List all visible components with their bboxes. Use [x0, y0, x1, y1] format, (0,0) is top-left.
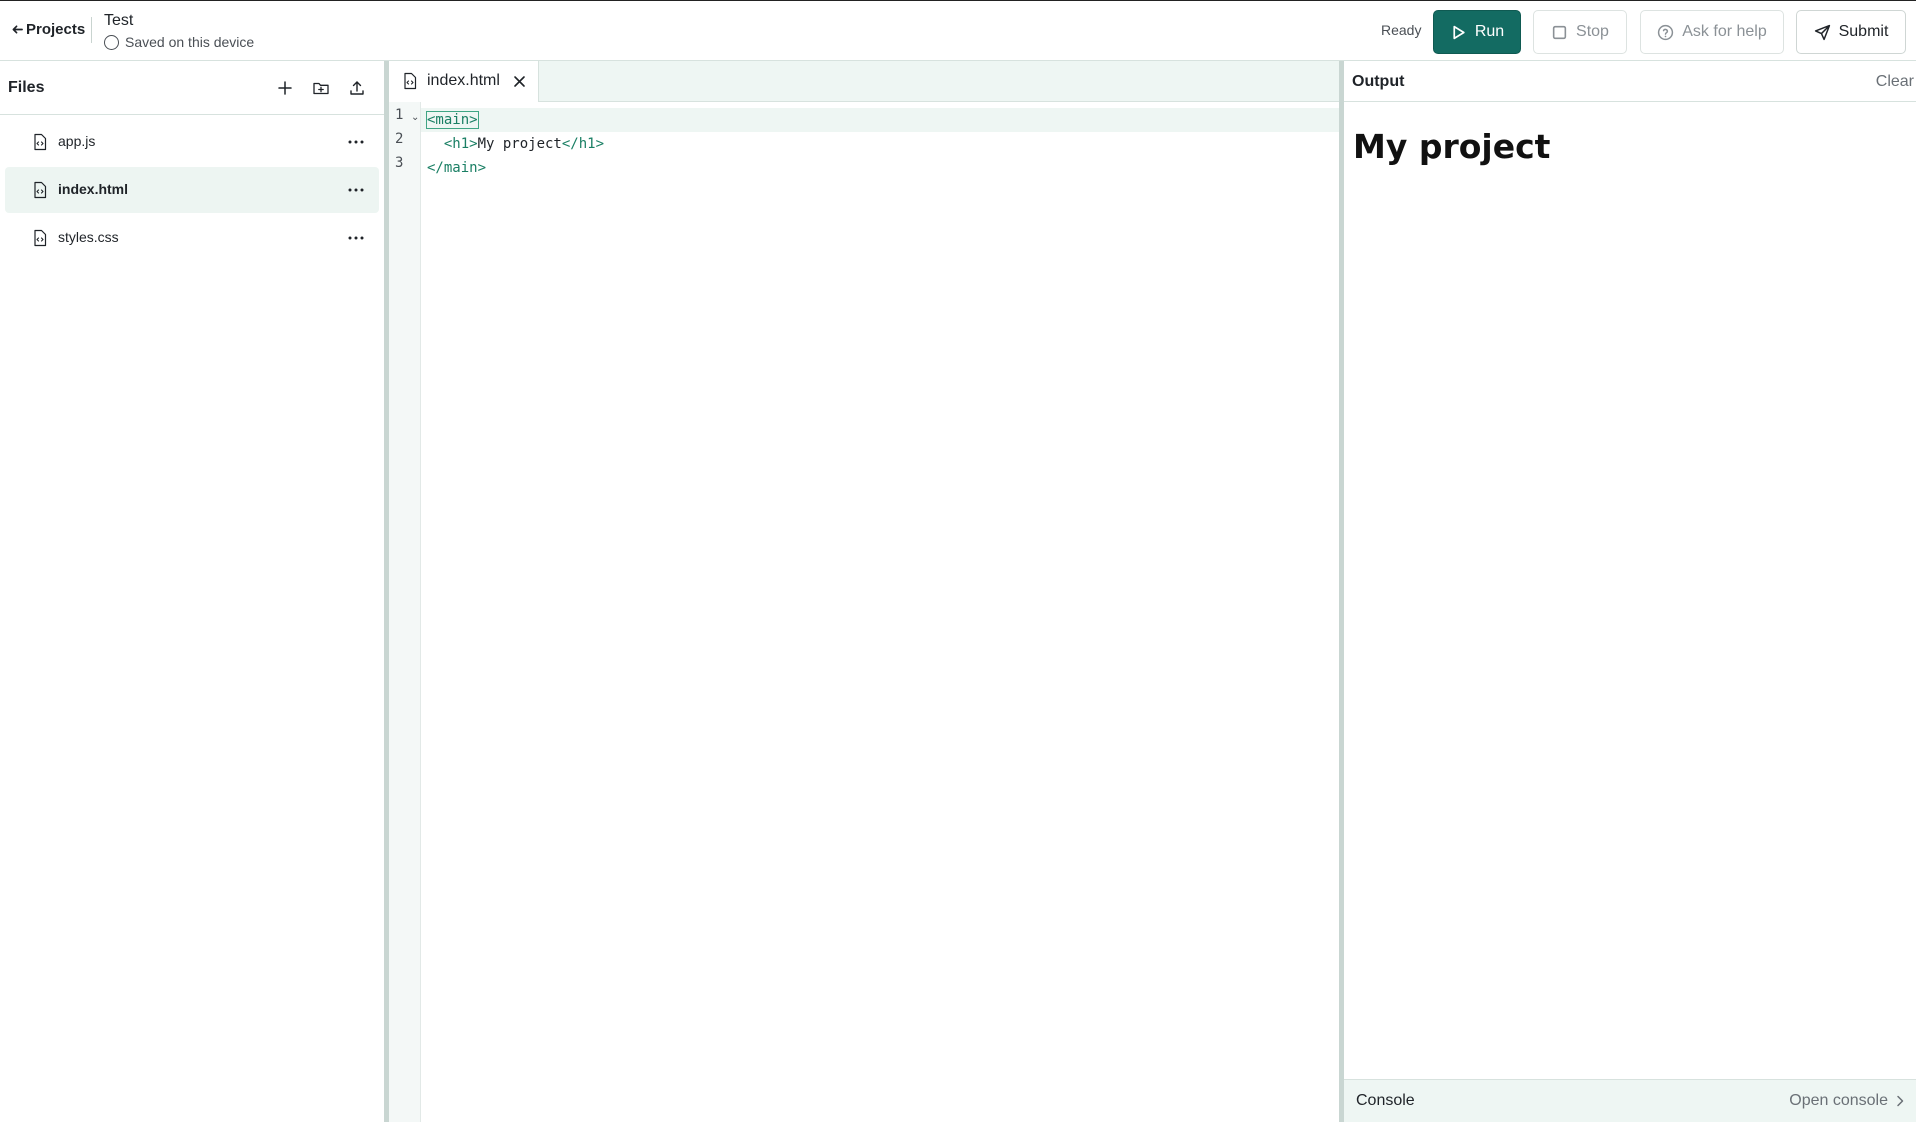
- code-file-icon: [34, 133, 47, 151]
- status-circle-icon: [104, 34, 119, 50]
- output-panel: Output Clear My project Console Open con…: [1344, 61, 1916, 1122]
- code-line: <main>: [421, 108, 1339, 132]
- files-title: Files: [8, 79, 45, 96]
- file-item-app-js[interactable]: app.js: [5, 119, 379, 165]
- code-tag: </h1>: [561, 136, 605, 152]
- projects-back-link[interactable]: Projects: [12, 21, 85, 38]
- folder-plus-icon: [313, 82, 329, 95]
- file-name: styles.css: [58, 229, 119, 245]
- upload-icon: [350, 81, 364, 95]
- upload-file-button[interactable]: [345, 76, 369, 100]
- file-more-button[interactable]: [344, 131, 368, 153]
- preview-heading: My project: [1353, 127, 1551, 166]
- file-item-styles-css[interactable]: styles.css: [5, 215, 379, 261]
- output-header: Output Clear: [1344, 61, 1916, 102]
- file-name: index.html: [58, 181, 129, 197]
- send-icon: [1814, 24, 1830, 40]
- file-more-button[interactable]: [344, 179, 368, 201]
- close-tab-button[interactable]: [511, 73, 527, 89]
- file-more-button[interactable]: [344, 227, 368, 249]
- file-item-index-html[interactable]: index.html: [5, 167, 379, 213]
- clear-output-button[interactable]: Clear: [1876, 73, 1914, 91]
- console-label: Console: [1356, 1092, 1415, 1109]
- stop-icon: [1552, 25, 1567, 39]
- code-file-icon: [34, 229, 47, 247]
- open-console-button[interactable]: Open console: [1789, 1092, 1904, 1110]
- help-circle-icon: [1658, 24, 1674, 40]
- tab-index-html[interactable]: index.html: [389, 61, 539, 102]
- fold-chevron-icon[interactable]: ⌄: [411, 112, 419, 123]
- ask-for-help-label: Ask for help: [1682, 23, 1767, 40]
- run-status: Ready: [1381, 22, 1422, 38]
- top-header: Projects Test Saved on this device Ready…: [0, 0, 1916, 61]
- header-divider: [91, 17, 92, 43]
- console-bar: Console Open console: [1344, 1079, 1916, 1122]
- line-number-gutter: 1 ⌄ 2 3: [389, 102, 421, 1122]
- files-sidebar: Files app.js index.html styles.css: [0, 61, 384, 1122]
- submit-button-label: Submit: [1838, 23, 1889, 40]
- ask-for-help-button[interactable]: Ask for help: [1640, 10, 1784, 54]
- code-editor: index.html 1 ⌄ 2 3 <main> <h1>My project…: [389, 61, 1339, 1122]
- save-status-label: Saved on this device: [125, 34, 255, 50]
- save-status: Saved on this device: [104, 34, 254, 50]
- projects-back-label: Projects: [26, 21, 86, 38]
- arrow-left-icon: [12, 25, 23, 34]
- tab-label: index.html: [427, 72, 500, 89]
- code-line: <h1>My project</h1>: [421, 132, 1339, 156]
- files-header: Files: [0, 61, 384, 115]
- line-number: 2: [395, 131, 404, 147]
- code-tag: </main>: [427, 160, 487, 176]
- file-name: app.js: [58, 133, 96, 149]
- add-file-button[interactable]: [273, 76, 297, 100]
- code-tag: <h1>: [443, 136, 478, 152]
- more-horizontal-icon: [348, 188, 364, 192]
- add-folder-button[interactable]: [309, 76, 333, 100]
- project-title: Test: [104, 12, 134, 29]
- code-tag: <main>: [426, 111, 479, 129]
- open-console-label: Open console: [1789, 1092, 1888, 1109]
- stop-button-label: Stop: [1576, 23, 1609, 40]
- more-horizontal-icon: [348, 140, 364, 144]
- code-text: My project: [477, 136, 562, 152]
- code-file-icon: [34, 181, 47, 199]
- line-number: 3: [395, 155, 404, 171]
- close-icon: [513, 75, 525, 87]
- code-line: </main>: [421, 156, 1339, 180]
- run-button[interactable]: Run: [1433, 10, 1521, 54]
- submit-button[interactable]: Submit: [1796, 10, 1906, 54]
- code-file-icon: [404, 72, 417, 90]
- play-icon: [1453, 25, 1465, 39]
- stop-button[interactable]: Stop: [1533, 10, 1627, 54]
- plus-icon: [278, 81, 292, 95]
- code-text-area[interactable]: <main> <h1>My project</h1> </main>: [421, 102, 1339, 1122]
- run-button-label: Run: [1474, 23, 1505, 40]
- output-title: Output: [1352, 73, 1405, 90]
- more-horizontal-icon: [348, 236, 364, 240]
- chevron-right-icon: [1897, 1095, 1904, 1107]
- editor-tab-bar: index.html: [389, 61, 1339, 102]
